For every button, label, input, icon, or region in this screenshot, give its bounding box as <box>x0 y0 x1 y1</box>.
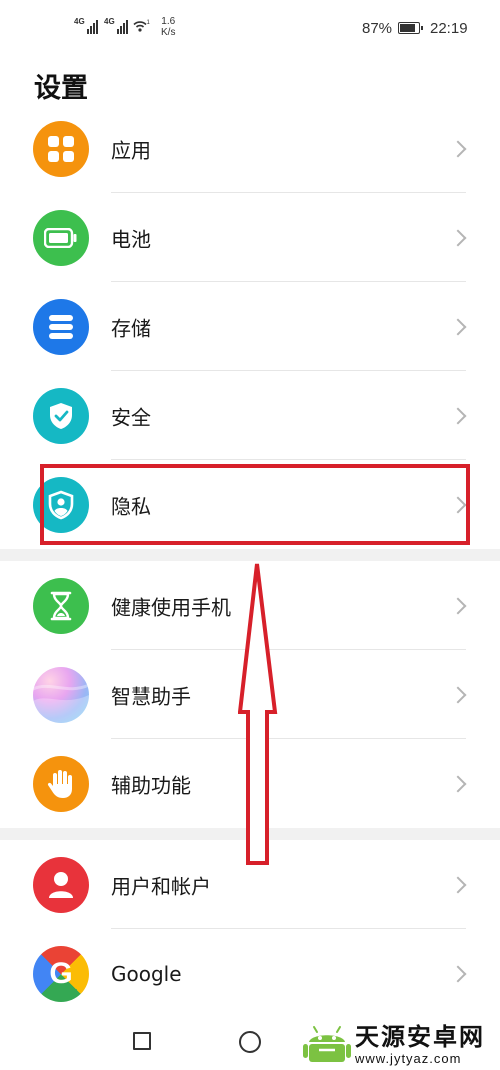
settings-item-label: 智慧助手 <box>111 684 191 708</box>
settings-item-apps[interactable]: 应用 <box>0 104 500 193</box>
chevron-right-icon <box>449 318 467 335</box>
storage-icon <box>33 298 89 355</box>
cellular-signal-icon: 4G <box>74 18 98 34</box>
chevron-right-icon <box>449 140 467 157</box>
annotation-highlight-box <box>40 464 470 545</box>
chevron-right-icon <box>449 597 467 614</box>
page-title: 设置 <box>34 73 88 104</box>
settings-group-3: 用户和帐户 G Google <box>0 840 500 1018</box>
settings-item-label: 健康使用手机 <box>111 595 231 619</box>
chevron-right-icon <box>449 775 467 792</box>
shield-check-icon <box>33 387 89 444</box>
user-icon <box>33 856 89 913</box>
chevron-right-icon <box>449 407 467 424</box>
chevron-right-icon <box>449 229 467 246</box>
settings-item-label: 辅助功能 <box>111 773 191 797</box>
battery-icon <box>33 209 89 266</box>
battery-percent: 87% <box>362 20 393 37</box>
clock: 22:19 <box>430 20 468 37</box>
site-watermark: 天源安卓网 www.jytyaz.com <box>303 1020 485 1068</box>
chevron-right-icon <box>449 686 467 703</box>
settings-item-label: Google <box>111 961 182 986</box>
settings-item-battery[interactable]: 电池 <box>0 193 500 282</box>
annotation-arrow-icon <box>238 563 278 865</box>
chevron-right-icon <box>449 965 467 982</box>
network-speed: 1.6 K/s <box>161 16 176 38</box>
settings-item-label: 电池 <box>111 227 151 251</box>
status-bar: 4G 4G 1 1.6 K/s 87% 22:19 <box>0 0 500 58</box>
battery-status-icon <box>398 22 423 34</box>
settings-item-storage[interactable]: 存储 <box>0 282 500 371</box>
watermark-title: 天源安卓网 <box>355 1022 485 1051</box>
assistant-icon <box>33 666 89 723</box>
watermark-url: www.jytyaz.com <box>355 1050 462 1066</box>
network-type-label: 4G <box>74 17 85 26</box>
settings-item-label: 应用 <box>111 138 151 162</box>
settings-item-google[interactable]: G Google <box>0 929 500 1018</box>
svg-text:1: 1 <box>147 20 151 26</box>
hourglass-icon <box>33 577 89 634</box>
settings-item-label: 用户和帐户 <box>111 874 211 898</box>
android-logo-icon <box>303 1026 351 1062</box>
recents-button[interactable] <box>133 1032 151 1050</box>
settings-item-label: 安全 <box>111 405 151 429</box>
home-button[interactable] <box>239 1031 261 1053</box>
chevron-right-icon <box>449 876 467 893</box>
settings-item-security[interactable]: 安全 <box>0 371 500 460</box>
hand-icon <box>33 755 89 812</box>
apps-icon <box>33 120 89 177</box>
cellular-signal-2-icon: 4G <box>104 18 128 34</box>
hotspot-icon: 1 <box>133 20 151 32</box>
network-type-2-label: 4G <box>104 17 115 26</box>
settings-item-label: 存储 <box>111 316 151 340</box>
google-icon: G <box>33 945 89 1002</box>
